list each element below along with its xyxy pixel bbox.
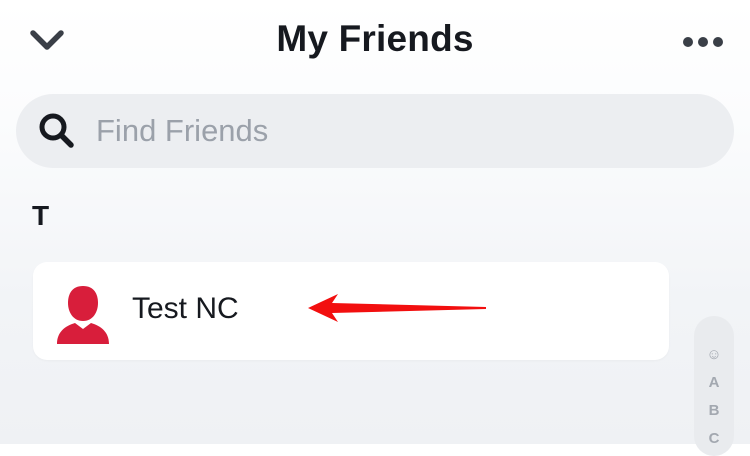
index-item-b[interactable]: B <box>694 402 734 419</box>
search-bar[interactable] <box>16 94 734 168</box>
more-options-button[interactable] <box>676 22 730 62</box>
index-item-a[interactable]: A <box>694 374 734 391</box>
alphabet-index-rail[interactable]: ☺ A B C <box>694 316 734 456</box>
avatar <box>57 286 109 344</box>
friend-name: Test NC <box>132 292 239 325</box>
page-title: My Friends <box>276 18 474 59</box>
index-item-c[interactable]: C <box>694 430 734 447</box>
section-header-letter: T <box>32 200 50 231</box>
red-arrow-icon <box>308 294 486 322</box>
search-icon <box>36 110 78 152</box>
search-input[interactable] <box>96 94 696 168</box>
index-item-emoji[interactable]: ☺ <box>694 346 734 363</box>
ellipsis-icon <box>683 37 723 47</box>
header-bar: My Friends <box>0 0 750 84</box>
